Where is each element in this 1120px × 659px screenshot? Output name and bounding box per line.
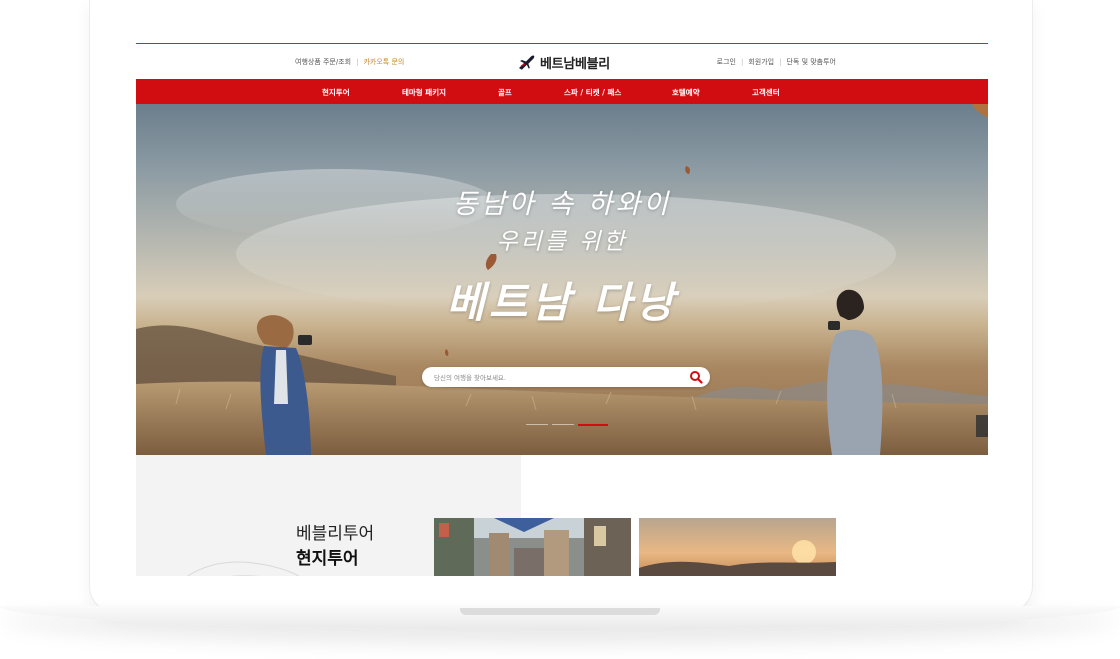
website-screen: 여행상품 주문/조회 | 카카오톡 문의 베트남베블리 로그인 | 회원가입 | 단독 및 … (136, 43, 988, 576)
hero-headline-line1: 동남아 속 하와이 (452, 189, 672, 220)
nav-local-tour[interactable]: 현지투어 (322, 87, 350, 98)
hero-headline-line2: 우리를 위한 (496, 229, 628, 255)
section-subtitle: 베블리투어 (296, 524, 375, 544)
top-utility-bar: 여행상품 주문/조회 | 카카오톡 문의 베트남베블리 로그인 | 회원가입 | 단독 및 … (136, 44, 988, 80)
hero-banner: 동남아 속 하와이 우리를 위한 베트남 다낭 (136, 104, 988, 455)
login-link[interactable]: 로그인 (717, 58, 736, 66)
site-logo[interactable]: 베트남베블리 (518, 52, 610, 72)
tour-card-image-1[interactable] (434, 518, 631, 576)
tour-card-image-2[interactable] (639, 518, 836, 576)
top-right-links: 로그인 | 회원가입 | 단독 및 맞춤투어 (717, 57, 836, 67)
side-floating-button[interactable] (976, 415, 988, 437)
order-lookup-link[interactable]: 여행상품 주문/조회 (295, 58, 351, 66)
hero-headline-line3: 베트남 다낭 (446, 278, 678, 327)
sunset-photo (639, 518, 836, 576)
nav-spa-ticket-pass[interactable]: 스파 / 티켓 / 패스 (564, 87, 621, 98)
laptop-notch (460, 608, 660, 615)
map-sketch-icon (187, 561, 300, 576)
slide-indicator-3[interactable] (578, 424, 608, 426)
airplane-icon (519, 55, 535, 70)
slide-indicators (526, 424, 608, 426)
search-input[interactable] (432, 370, 676, 386)
section-title: 현지투어 (296, 549, 359, 569)
slide-indicator-1[interactable] (526, 424, 548, 425)
hero-search-bar (422, 367, 710, 387)
nav-customer-center[interactable]: 고객센터 (752, 87, 780, 98)
custom-tour-link[interactable]: 단독 및 맞춤투어 (786, 58, 836, 66)
street-photo (434, 518, 631, 576)
logo-text: 베트남베블리 (540, 56, 610, 72)
nav-theme-package[interactable]: 테마형 패키지 (402, 87, 446, 98)
divider: | (740, 58, 744, 66)
nav-hotel-booking[interactable]: 호텔예약 (672, 87, 700, 98)
main-navigation: 현지투어 테마형 패키지 골프 스파 / 티켓 / 패스 호텔예약 고객센터 (136, 79, 988, 104)
divider: | (356, 58, 359, 66)
divider: | (779, 58, 782, 66)
search-icon[interactable] (689, 370, 703, 384)
signup-link[interactable]: 회원가입 (748, 58, 774, 66)
top-left-links: 여행상품 주문/조회 | 카카오톡 문의 (295, 57, 404, 67)
woman-photographer (256, 315, 312, 455)
kakao-inquiry-link[interactable]: 카카오톡 문의 (363, 58, 404, 66)
slide-indicator-2[interactable] (552, 424, 574, 425)
nav-golf[interactable]: 골프 (498, 87, 512, 98)
tour-section: 베블리투어 현지투어 (136, 455, 988, 576)
